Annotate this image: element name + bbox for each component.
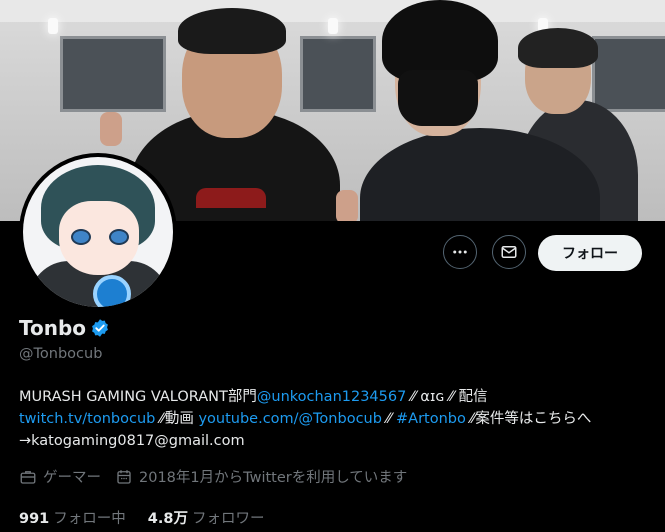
profile-meta: ゲーマー 2018年1月からTwitterを利用しています (19, 466, 421, 487)
banner-hand (336, 190, 358, 221)
banner-lamp (328, 18, 338, 34)
profile-category: ゲーマー (19, 466, 101, 487)
bio-twitch-link[interactable]: twitch.tv/tonbocub (19, 411, 155, 427)
banner-shirt-logo (196, 188, 266, 208)
profile-avatar[interactable] (19, 153, 177, 311)
mail-icon (501, 246, 517, 258)
profile-name-row: Tonbo (19, 316, 110, 340)
banner-person-hair (178, 8, 286, 54)
avatar-eye (71, 229, 91, 245)
follow-button[interactable]: フォロー (538, 235, 642, 271)
join-date: 2018年1月からTwitterを利用しています (115, 466, 407, 487)
verified-badge-icon[interactable] (90, 318, 110, 338)
profile-bio: MURASH GAMING VALORANT部門@unkochan1234567… (19, 386, 639, 452)
followers-count: 4.8万 (147, 511, 188, 527)
bio-text: MURASH GAMING VALORANT部門 (19, 389, 257, 405)
bio-youtube-link[interactable]: youtube.com/@Tonbocub (198, 411, 382, 427)
banner-window (300, 36, 376, 112)
followers-link[interactable]: 4.8万 フォロワー (148, 507, 265, 528)
banner-lamp (48, 18, 58, 34)
bio-text: ⁄⁄動画 (155, 411, 199, 427)
profile-handle: @Tonbocub (19, 346, 103, 362)
banner-window (60, 36, 166, 112)
banner-window (592, 36, 665, 112)
following-count: 991 (19, 511, 50, 527)
bio-hashtag-link[interactable]: #Artonbo (396, 411, 466, 427)
bio-mention-link[interactable]: @unkochan1234567 (257, 389, 406, 405)
profile-stats: 991 フォロー中 4.8万 フォロワー (19, 507, 286, 528)
following-link[interactable]: 991 フォロー中 (19, 507, 126, 528)
avatar-eye (109, 229, 129, 245)
banner-hand (100, 112, 122, 146)
bio-text: ⁄⁄ (381, 411, 397, 427)
category-label: ゲーマー (43, 470, 101, 486)
briefcase-icon (20, 470, 36, 484)
join-date-label: 2018年1月からTwitterを利用しています (139, 470, 408, 486)
message-button[interactable] (492, 235, 526, 269)
banner-person-hair (518, 28, 598, 68)
display-name: Tonbo (19, 316, 87, 340)
followers-label: フォロワー (191, 511, 265, 527)
calendar-icon (117, 469, 131, 484)
banner-face-mask (398, 70, 478, 126)
following-label: フォロー中 (53, 511, 126, 527)
bio-text: ⁄⁄ ⍺ɪɢ ⁄⁄ 配信 (406, 389, 488, 405)
avatar-illustration (23, 157, 173, 307)
more-button[interactable] (443, 235, 477, 269)
more-horizontal-icon (453, 250, 467, 254)
avatar-accessory (93, 275, 131, 307)
